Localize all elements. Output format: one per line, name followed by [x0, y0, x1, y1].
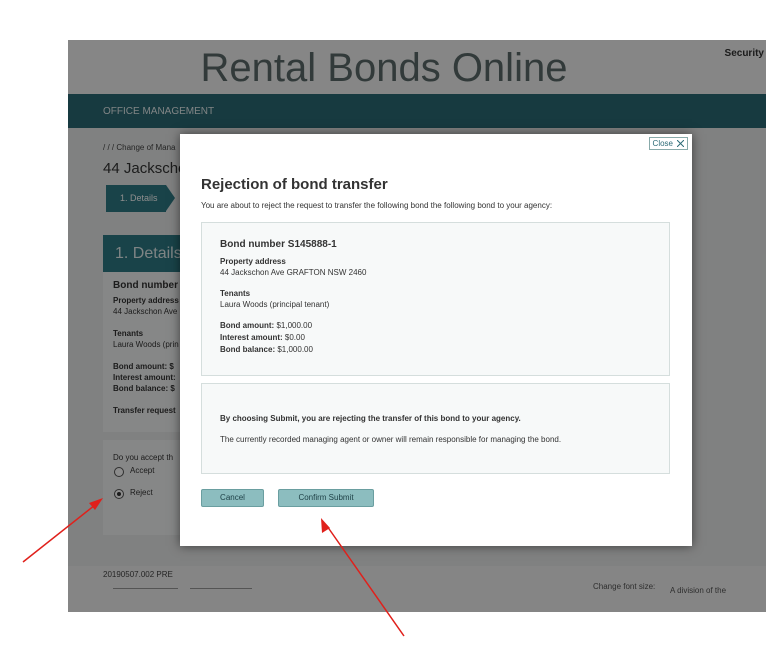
arrow-to-confirm-submit — [321, 518, 405, 637]
annotation-arrows — [22, 498, 405, 637]
arrow-to-reject — [22, 498, 103, 563]
